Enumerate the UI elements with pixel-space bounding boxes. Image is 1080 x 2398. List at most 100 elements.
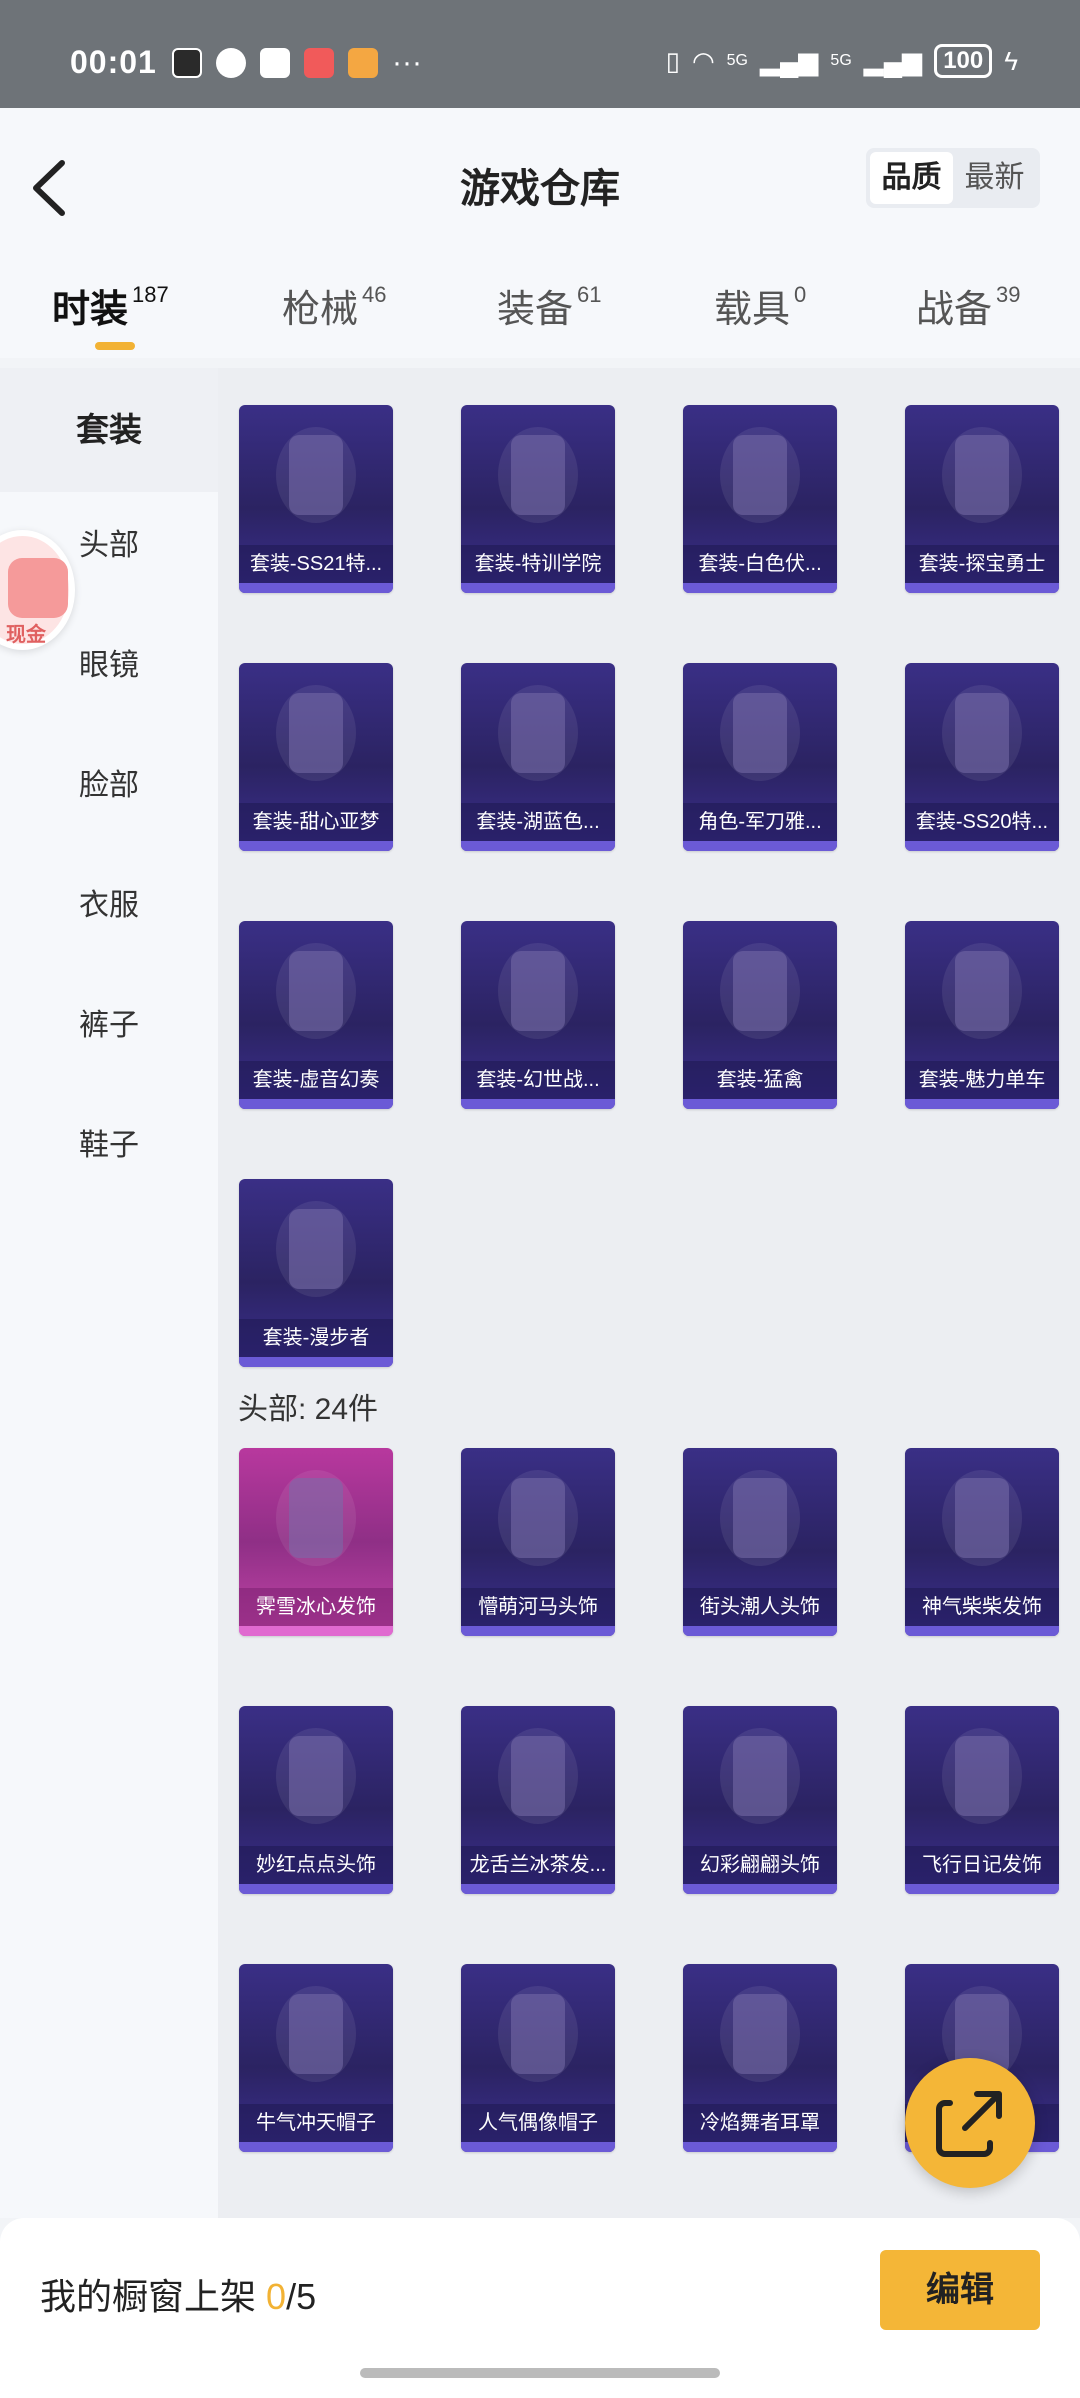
item-image: [461, 405, 615, 545]
item-rarity-stripe: [239, 841, 393, 851]
item-image: [239, 663, 393, 803]
edit-button[interactable]: 编辑: [880, 2250, 1040, 2330]
item-card[interactable]: 套装-特训学院: [461, 405, 615, 593]
item-image: [683, 1448, 837, 1588]
item-image: [239, 921, 393, 1061]
active-tab-indicator: [95, 342, 135, 350]
item-rarity-stripe: [461, 1626, 615, 1636]
showcase-count: 0: [266, 2276, 287, 2317]
item-card[interactable]: 套装-湖蓝色...: [461, 663, 615, 851]
item-label: 人气偶像帽子: [461, 2104, 615, 2142]
home-indicator[interactable]: [360, 2368, 720, 2378]
item-card[interactable]: 牛气冲天帽子: [239, 1964, 393, 2152]
item-image: [461, 1448, 615, 1588]
item-label: 套装-SS20特...: [905, 803, 1059, 841]
item-card[interactable]: 套装-白色伏...: [683, 405, 837, 593]
item-label: 幻彩翩翩头饰: [683, 1846, 837, 1884]
item-image: [905, 663, 1059, 803]
signal-label-2: 5G: [830, 52, 852, 69]
item-card[interactable]: 套装-幻世战...: [461, 921, 615, 1109]
item-card[interactable]: 懵萌河马头饰: [461, 1448, 615, 1636]
item-rarity-stripe: [239, 583, 393, 593]
tab-label: 装备: [497, 289, 574, 331]
item-image: [239, 1448, 393, 1588]
item-card[interactable]: 龙舌兰冰茶发...: [461, 1706, 615, 1894]
tab-fashion[interactable]: 时装 187: [52, 278, 169, 333]
item-card[interactable]: 套装-SS21特...: [239, 405, 393, 593]
sort-quality-option[interactable]: 品质: [870, 152, 953, 204]
sidebar-item-pants[interactable]: 裤子: [0, 996, 218, 1056]
sidebar-item-face[interactable]: 脸部: [0, 756, 218, 816]
section-title-head: 头部: 24件: [238, 1393, 379, 1426]
item-card[interactable]: 霁雪冰心发饰: [239, 1448, 393, 1636]
item-label: 街头潮人头饰: [683, 1588, 837, 1626]
item-grid: 套装-SS21特... 套装-特训学院 套装-白色伏... 套装-探宝勇士套装-甜心亚…: [218, 368, 1080, 2218]
item-image: [239, 1706, 393, 1846]
item-label: 飞行日记发饰: [905, 1846, 1059, 1884]
item-card[interactable]: 神气柴柴发饰: [905, 1448, 1059, 1636]
item-label: 套装-白色伏...: [683, 545, 837, 583]
item-card[interactable]: 套装-魅力单车: [905, 921, 1059, 1109]
item-label: 冷焰舞者耳罩: [683, 2104, 837, 2142]
showcase-total: /5: [286, 2276, 317, 2317]
item-image: [683, 921, 837, 1061]
item-rarity-stripe: [239, 2142, 393, 2152]
item-image: [683, 405, 837, 545]
item-card[interactable]: 套装-SS20特...: [905, 663, 1059, 851]
item-rarity-stripe: [905, 841, 1059, 851]
sort-toggle: 品质 最新: [866, 148, 1040, 208]
sidebar-item-suit[interactable]: 套装: [0, 368, 218, 492]
item-card[interactable]: 妙红点点头饰: [239, 1706, 393, 1894]
item-label: 神气柴柴发饰: [905, 1588, 1059, 1626]
item-rarity-stripe: [905, 1099, 1059, 1109]
item-image: [905, 921, 1059, 1061]
sort-latest-option[interactable]: 最新: [953, 152, 1036, 204]
item-label: 角色-军刀雅...: [683, 803, 837, 841]
item-image: [905, 405, 1059, 545]
more-notifications-icon: ···: [392, 46, 422, 79]
item-image: [461, 1706, 615, 1846]
tab-vehicles[interactable]: 载具 0: [714, 278, 806, 333]
sidebar-item-shoes[interactable]: 鞋子: [0, 1116, 218, 1176]
item-card[interactable]: 街头潮人头饰: [683, 1448, 837, 1636]
bottom-bar: 我的橱窗上架 0/5 编辑: [0, 2218, 1080, 2398]
app-icon: [260, 48, 290, 78]
item-image: [461, 1964, 615, 2104]
category-tabs: 时装 187 枪械 46 装备 61 载具 0 战备 39: [0, 268, 1080, 358]
item-card[interactable]: 冷焰舞者耳罩: [683, 1964, 837, 2152]
tab-count: 46: [362, 282, 387, 308]
tab-label: 战备: [916, 289, 993, 331]
item-card[interactable]: 套装-探宝勇士: [905, 405, 1059, 593]
sidebar-item-clothes[interactable]: 衣服: [0, 876, 218, 936]
item-image: [683, 1964, 837, 2104]
item-label: 妙红点点头饰: [239, 1846, 393, 1884]
item-rarity-stripe: [683, 841, 837, 851]
tab-count: 61: [577, 282, 602, 308]
tab-guns[interactable]: 枪械 46: [282, 278, 387, 333]
item-card[interactable]: 人气偶像帽子: [461, 1964, 615, 2152]
notification-icons: ···: [172, 48, 422, 78]
item-image: [905, 1706, 1059, 1846]
item-card[interactable]: 幻彩翩翩头饰: [683, 1706, 837, 1894]
item-card[interactable]: 套装-甜心亚梦: [239, 663, 393, 851]
message-icon: [216, 48, 246, 78]
tab-label: 时装: [52, 289, 129, 331]
tab-supplies[interactable]: 战备 39: [916, 278, 1021, 333]
item-rarity-stripe: [683, 1884, 837, 1894]
item-rarity-stripe: [905, 583, 1059, 593]
item-card[interactable]: 套装-漫步者: [239, 1179, 393, 1367]
wifi-icon: ◠: [691, 45, 715, 76]
item-label: 套装-SS21特...: [239, 545, 393, 583]
tab-equipment[interactable]: 装备 61: [497, 278, 602, 333]
item-card[interactable]: 套装-猛禽: [683, 921, 837, 1109]
item-card[interactable]: 套装-虚音幻奏: [239, 921, 393, 1109]
signal-bars-icon: ▂▄▆: [863, 45, 923, 76]
tab-count: 0: [794, 282, 807, 308]
item-card[interactable]: 飞行日记发饰: [905, 1706, 1059, 1894]
item-card[interactable]: 角色-军刀雅...: [683, 663, 837, 851]
item-image: [239, 1964, 393, 2104]
item-rarity-stripe: [461, 1099, 615, 1109]
showcase-status: 我的橱窗上架 0/5: [40, 2268, 316, 2320]
share-button[interactable]: [905, 2058, 1035, 2188]
item-label: 套装-幻世战...: [461, 1061, 615, 1099]
